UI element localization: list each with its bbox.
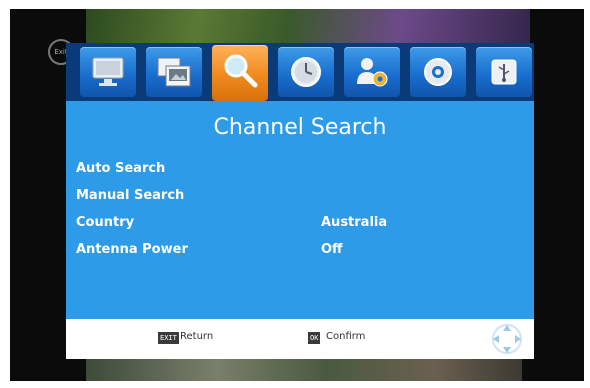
exit-key-icon: EXIT bbox=[158, 332, 179, 344]
confirm-hint: Confirm bbox=[326, 331, 366, 342]
tab-usb[interactable] bbox=[476, 47, 532, 97]
menu-item-label: Manual Search bbox=[76, 188, 185, 203]
antenna-power-value: Off bbox=[321, 242, 343, 257]
ok-key-icon: OK bbox=[308, 332, 321, 344]
menu-item-antenna-power[interactable]: Antenna Power Off bbox=[66, 240, 534, 264]
monitor-icon bbox=[92, 57, 124, 86]
tab-time[interactable] bbox=[278, 47, 334, 97]
tab-channel-search[interactable] bbox=[212, 45, 268, 101]
search-icon bbox=[224, 54, 258, 88]
menu-item-label: Antenna Power bbox=[76, 242, 188, 257]
tab-user-setup[interactable] bbox=[344, 47, 400, 97]
usb-icon bbox=[491, 59, 517, 85]
tab-program-guide[interactable] bbox=[146, 47, 202, 97]
picture-icon bbox=[157, 57, 191, 87]
user-settings-icon bbox=[357, 58, 388, 87]
menu-item-country[interactable]: Country Australia bbox=[66, 213, 534, 237]
tab-picture-settings[interactable] bbox=[80, 47, 136, 97]
country-value: Australia bbox=[321, 215, 388, 230]
menu-item-label: Auto Search bbox=[76, 161, 166, 176]
menu-item-label: Country bbox=[76, 215, 135, 230]
tv-screen: Exit Channel Search Auto Search Manual S… bbox=[10, 9, 584, 381]
page-title: Channel Search bbox=[213, 115, 387, 140]
tab-system-settings[interactable] bbox=[410, 47, 466, 97]
return-hint: Return bbox=[180, 331, 214, 342]
menu-tab-bar bbox=[66, 43, 534, 101]
footer-help-bar: EXIT Return OK Confirm bbox=[66, 319, 534, 359]
channel-search-panel: Channel Search Auto Search Manual Search… bbox=[66, 101, 534, 319]
navigation-pad-icon bbox=[492, 324, 522, 354]
gear-icon bbox=[424, 58, 452, 86]
clock-icon bbox=[291, 57, 321, 87]
menu-item-manual-search[interactable]: Manual Search bbox=[66, 186, 534, 210]
menu-item-auto-search[interactable]: Auto Search bbox=[66, 159, 534, 183]
